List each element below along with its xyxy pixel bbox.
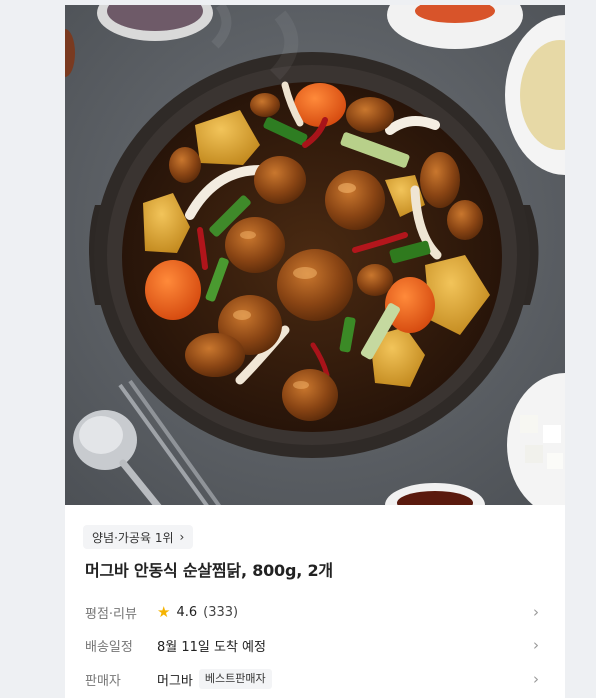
delivery-date: 8월 11일 도착 예정 (157, 639, 266, 655)
product-card: 양념·가공육 1위 › 머그바 안동식 순살찜닭, 800g, 2개 평점·리뷰… (65, 5, 565, 698)
page-gutter (565, 0, 596, 698)
delivery-schedule-row[interactable]: 배송일정 8월 11일 도착 예정 › (65, 634, 565, 656)
rating-value-group: ★ 4.6 (333) (157, 603, 238, 621)
product-image[interactable] (65, 5, 565, 505)
chevron-right-icon: › (533, 603, 539, 621)
category-rank-chip[interactable]: 양념·가공육 1위 › (83, 525, 194, 549)
chevron-right-icon: › (533, 670, 539, 688)
seller-value-group: 머그바 베스트판매자 (157, 669, 272, 689)
star-icon: ★ (157, 603, 171, 621)
best-seller-badge: 베스트판매자 (198, 669, 272, 689)
chevron-right-icon: › (533, 636, 539, 654)
seller-row[interactable]: 판매자 머그바 베스트판매자 › (65, 668, 565, 690)
seller-row-label: 판매자 (85, 673, 121, 689)
rating-row-label: 평점·리뷰 (85, 606, 137, 622)
product-title: 머그바 안동식 순살찜닭, 800g, 2개 (85, 561, 333, 580)
chevron-right-icon: › (179, 530, 185, 544)
review-count: (333) (203, 604, 239, 620)
food-photo (65, 5, 565, 505)
category-rank-label: 양념·가공육 1위 (92, 530, 174, 545)
delivery-row-label: 배송일정 (85, 639, 133, 655)
rating-review-row[interactable]: 평점·리뷰 ★ 4.6 (333) › (65, 601, 565, 623)
product-info: 양념·가공육 1위 › 머그바 안동식 순살찜닭, 800g, 2개 평점·리뷰… (65, 505, 565, 698)
seller-name: 머그바 (157, 673, 193, 689)
rating-score: 4.6 (176, 604, 198, 620)
